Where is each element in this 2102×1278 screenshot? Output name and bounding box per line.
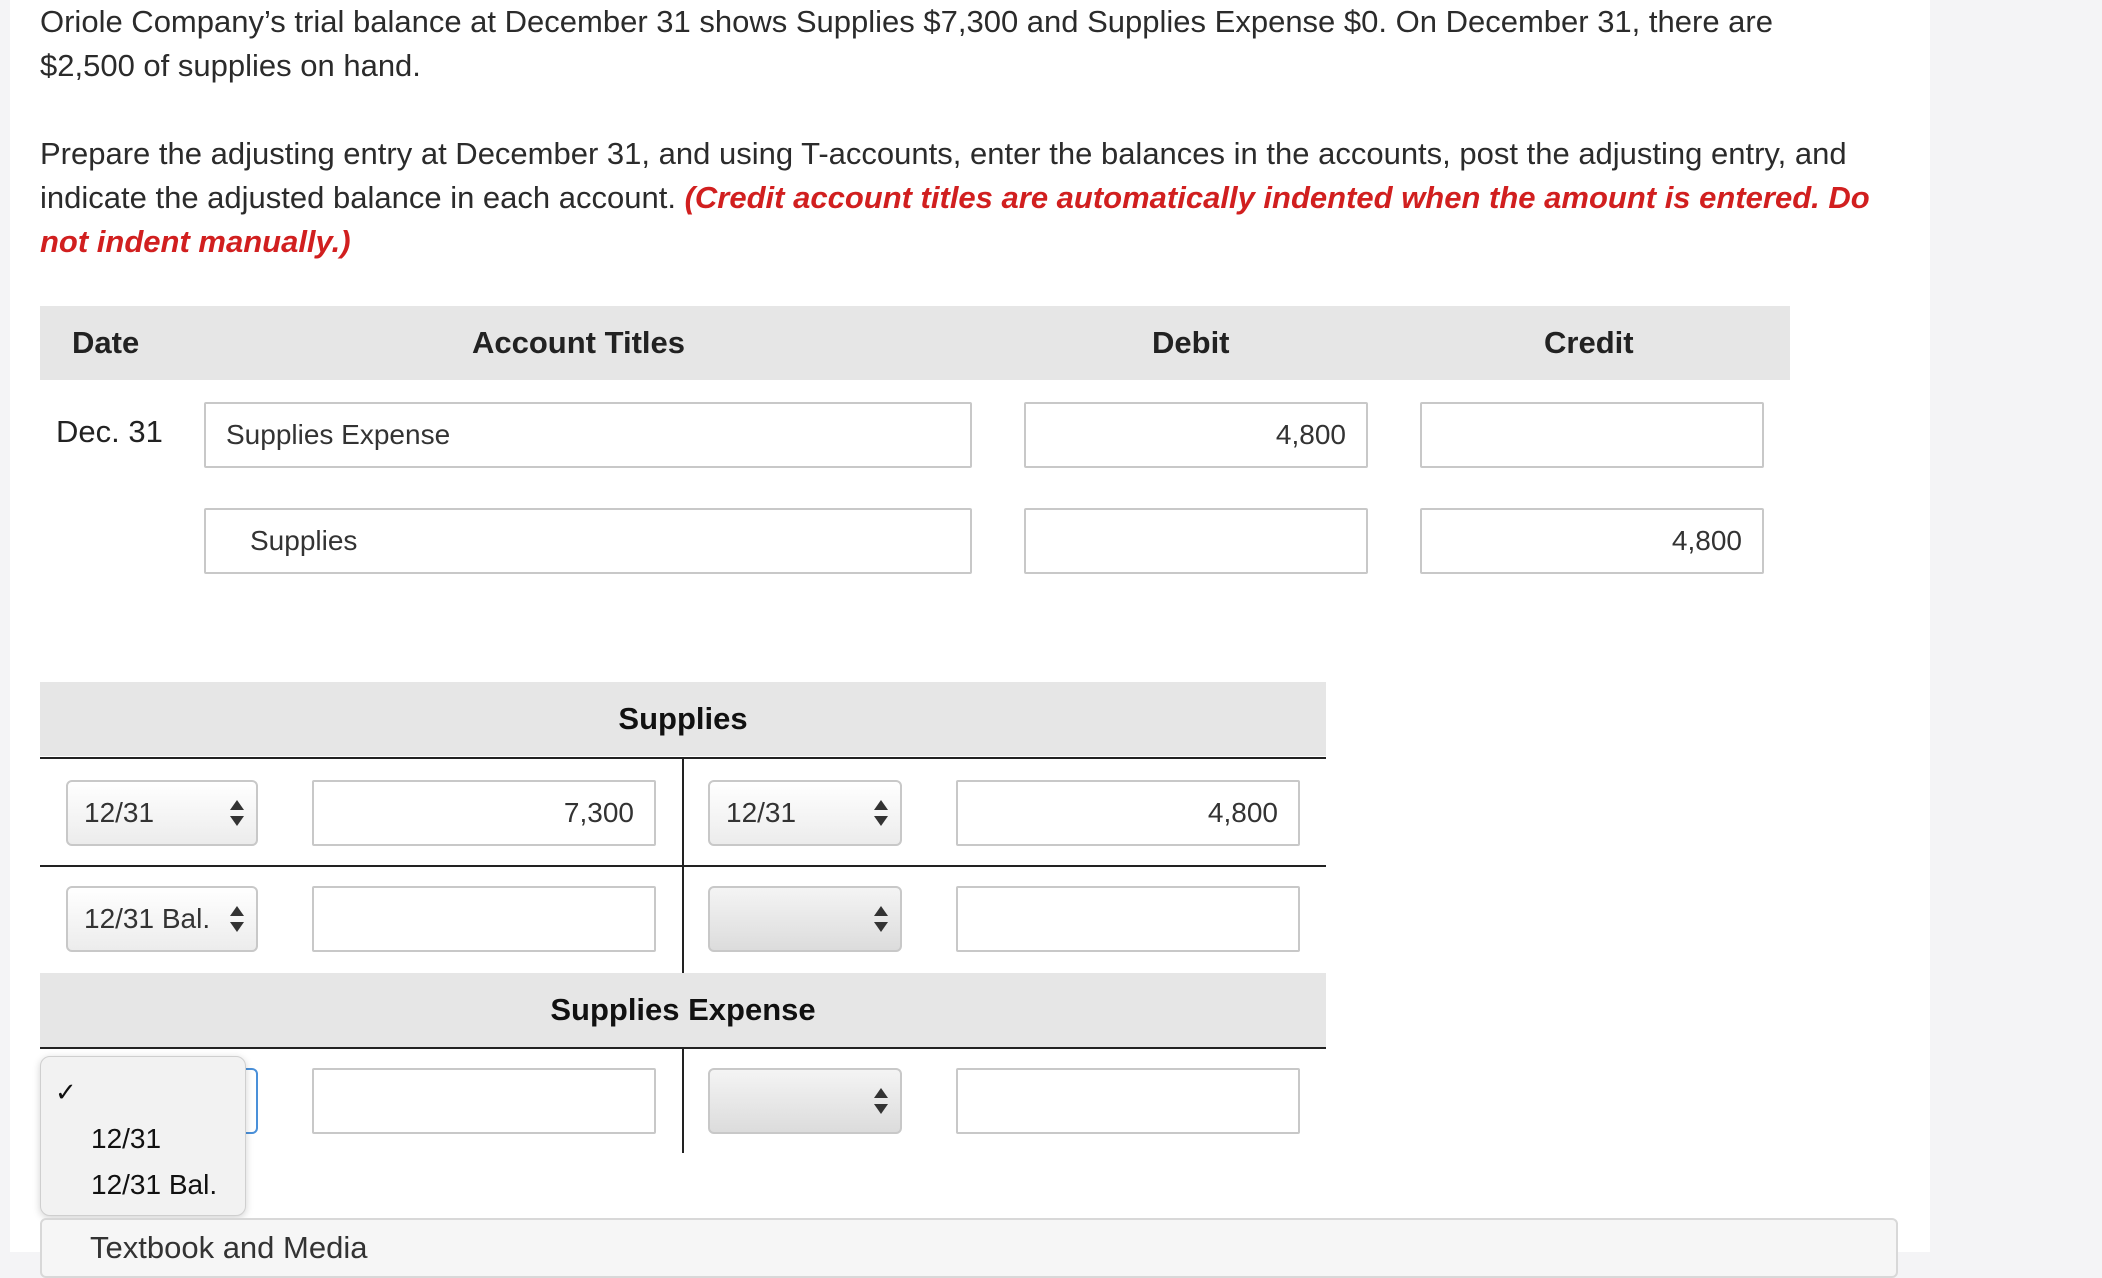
credit-input[interactable]: 4,800 xyxy=(1420,508,1764,574)
date-dropdown-menu: ✓ 12/31 12/31 Bal. xyxy=(40,1056,246,1216)
header-credit: Credit xyxy=(1544,325,1634,360)
indent-hint-cont: not indent manually.) xyxy=(40,224,351,259)
select-arrows-icon xyxy=(874,796,888,830)
date-select[interactable] xyxy=(708,1068,902,1134)
header-debit: Debit xyxy=(1152,325,1230,360)
debit-input[interactable]: 4,800 xyxy=(1024,402,1368,468)
date-select-value: 12/31 xyxy=(84,797,155,828)
debit-amount-input[interactable]: 7,300 xyxy=(312,780,656,846)
checkmark-icon: ✓ xyxy=(55,1077,77,1107)
debit-input[interactable] xyxy=(1024,508,1368,574)
select-arrows-icon xyxy=(874,902,888,936)
select-arrows-icon xyxy=(874,1084,888,1118)
journal-header: Date Account Titles Debit Credit xyxy=(40,306,1790,380)
problem-statement: Oriole Company’s trial balance at Decemb… xyxy=(40,0,1900,264)
t-account-row-rule xyxy=(40,865,1326,867)
textbook-media-card[interactable]: Textbook and Media xyxy=(40,1218,1898,1278)
select-arrows-icon xyxy=(230,796,244,830)
date-select[interactable]: 12/31 xyxy=(66,780,258,846)
date-select-value: 12/31 xyxy=(726,797,797,828)
problem-line-3: Prepare the adjusting entry at December … xyxy=(40,136,1847,171)
date-select[interactable]: 12/31 Bal. xyxy=(66,886,258,952)
credit-amount-input[interactable] xyxy=(956,886,1300,952)
dropdown-option[interactable]: 12/31 Bal. xyxy=(91,1169,217,1201)
textbook-media-label: Textbook and Media xyxy=(90,1230,368,1265)
t-account-header-supplies-expense: Supplies Expense xyxy=(40,973,1326,1047)
account-title-input[interactable]: Supplies Expense xyxy=(204,402,972,468)
problem-line-1: Oriole Company’s trial balance at Decemb… xyxy=(40,4,1773,39)
date-select[interactable] xyxy=(708,886,902,952)
credit-amount-input[interactable] xyxy=(956,1068,1300,1134)
date-select-value: 12/31 Bal. xyxy=(84,903,211,934)
t-account-divider xyxy=(682,1047,684,1153)
credit-input[interactable] xyxy=(1420,402,1764,468)
t-account-header-supplies: Supplies xyxy=(40,682,1326,756)
indent-hint: (Credit account titles are automatically… xyxy=(684,180,1870,215)
header-account-titles: Account Titles xyxy=(472,325,686,360)
date-select[interactable]: 12/31 xyxy=(708,780,902,846)
header-date: Date xyxy=(72,325,140,360)
debit-amount-input[interactable] xyxy=(312,1068,656,1134)
dropdown-option[interactable]: 12/31 xyxy=(91,1123,161,1155)
balance-amount-input[interactable] xyxy=(312,886,656,952)
problem-line-2: $2,500 of supplies on hand. xyxy=(40,48,421,83)
select-arrows-icon xyxy=(230,902,244,936)
account-title-input[interactable]: Supplies xyxy=(204,508,972,574)
journal-date: Dec. 31 xyxy=(56,414,163,449)
credit-amount-input[interactable]: 4,800 xyxy=(956,780,1300,846)
problem-line-4: indicate the adjusted balance in each ac… xyxy=(40,180,676,215)
